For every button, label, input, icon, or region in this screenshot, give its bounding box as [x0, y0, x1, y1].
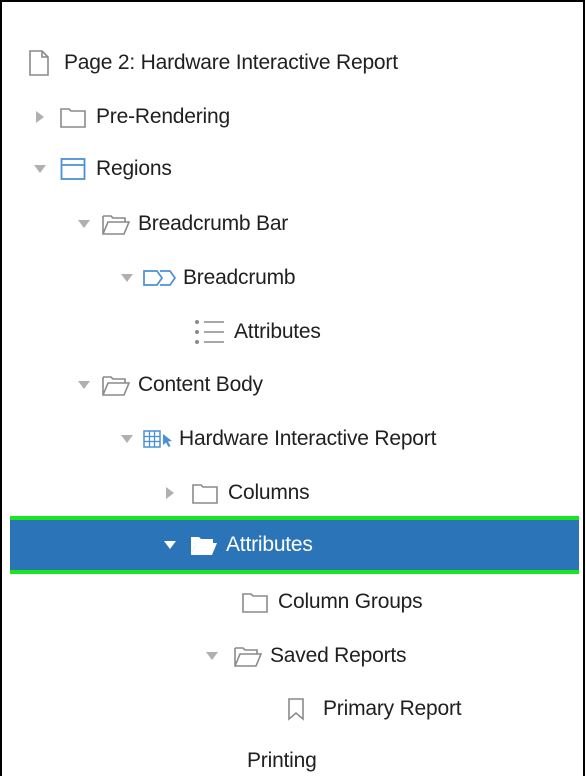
- expand-arrow-icon[interactable]: [30, 107, 50, 127]
- folder-icon: [60, 104, 88, 130]
- list-icon: [194, 319, 228, 345]
- folder-open-icon: [190, 532, 218, 558]
- tree-node-breadcrumb-attributes[interactable]: Attributes: [2, 305, 583, 359]
- tree-node-label: Content Body: [138, 373, 263, 396]
- folder-icon: [192, 480, 220, 506]
- tree-node-label: Printing: [247, 749, 317, 772]
- folder-open-icon: [102, 372, 130, 398]
- tree-node-label: Saved Reports: [270, 644, 407, 667]
- expand-arrow-icon[interactable]: [160, 483, 180, 503]
- folder-open-icon: [102, 211, 130, 237]
- tree-node-columns[interactable]: Columns: [2, 466, 583, 520]
- collapse-arrow-icon[interactable]: [74, 375, 94, 395]
- tree-node-label: Hardware Interactive Report: [179, 427, 437, 450]
- folder-open-icon: [234, 643, 262, 669]
- tree-node-breadcrumb-bar[interactable]: Breadcrumb Bar: [2, 197, 583, 251]
- breadcrumb-icon: [143, 265, 177, 291]
- page-icon: [28, 50, 56, 76]
- tree-node-printing[interactable]: Printing: [2, 734, 583, 776]
- folder-icon: [242, 589, 270, 615]
- tree-node-breadcrumb[interactable]: Breadcrumb: [2, 251, 583, 305]
- tree-node-regions[interactable]: Regions: [2, 142, 583, 196]
- tree-node-label: Regions: [96, 157, 172, 180]
- interactive-report-icon: [143, 426, 177, 452]
- tree-node-label: Columns: [228, 481, 310, 504]
- tree-node-label: Column Groups: [278, 590, 423, 613]
- tree-node-content-body[interactable]: Content Body: [2, 358, 583, 412]
- tree-panel: ​ Page 2: Hardware Interactive Report: [0, 0, 585, 776]
- collapse-arrow-icon[interactable]: [74, 214, 94, 234]
- collapse-arrow-icon[interactable]: [30, 159, 50, 179]
- tree-node-pre-rendering[interactable]: Pre-Rendering: [2, 90, 583, 144]
- clipped-top-text: ​: [2, 2, 583, 12]
- tree-node-label: Breadcrumb: [183, 266, 296, 289]
- tree-node-label: Primary Report: [323, 697, 462, 720]
- tree-node-attributes-selected[interactable]: Attributes: [10, 516, 579, 574]
- tree-node-label: Pre-Rendering: [96, 105, 230, 128]
- collapse-arrow-icon[interactable]: [117, 268, 137, 288]
- tree-node-primary-report[interactable]: Primary Report: [2, 682, 583, 736]
- tree-node-label: Page 2: Hardware Interactive Report: [64, 51, 398, 74]
- collapse-arrow-icon[interactable]: [160, 535, 180, 555]
- region-icon: [60, 156, 88, 182]
- tree-node-column-groups[interactable]: Column Groups: [2, 575, 583, 629]
- tree-node-label: Breadcrumb Bar: [138, 212, 289, 235]
- tree-node-hardware-interactive-report[interactable]: Hardware Interactive Report: [2, 412, 583, 466]
- tree-node-page[interactable]: Page 2: Hardware Interactive Report: [2, 36, 583, 90]
- bookmark-icon: [287, 696, 309, 722]
- collapse-arrow-icon[interactable]: [117, 429, 137, 449]
- tree-node-label: Attributes: [226, 533, 313, 556]
- collapse-arrow-icon[interactable]: [202, 646, 222, 666]
- tree-node-saved-reports[interactable]: Saved Reports: [2, 629, 583, 683]
- tree-node-label: Attributes: [234, 320, 321, 343]
